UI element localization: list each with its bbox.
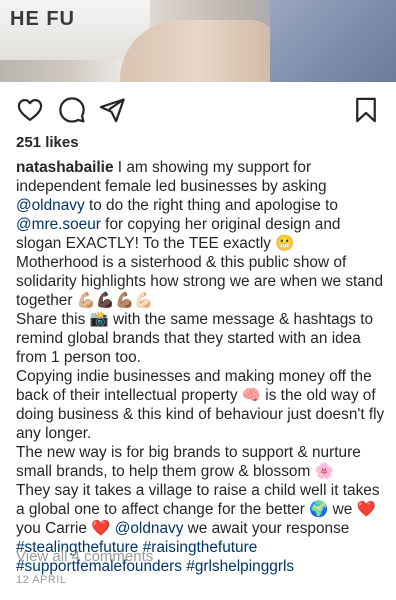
comment-icon[interactable] (58, 96, 86, 124)
caption-paragraph-3: Share this 📸 with the same message & has… (16, 311, 374, 366)
view-all-comments-link[interactable]: View all 4 comments (16, 548, 153, 565)
mention-oldnavy[interactable]: @oldnavy (16, 197, 85, 214)
mention-mre-soeur[interactable]: @mre.soeur (16, 216, 101, 233)
post-caption: natashabailie I am showing my support fo… (16, 158, 388, 576)
post-date: 12 APRIL (16, 574, 67, 586)
mention-oldnavy[interactable]: @oldnavy (115, 520, 184, 537)
share-icon[interactable] (98, 96, 126, 124)
caption-paragraph-5: The new way is for big brands to support… (16, 444, 361, 480)
jeans (270, 0, 396, 82)
caption-text: we await your response (183, 520, 350, 537)
like-count[interactable]: 251 likes (16, 134, 79, 151)
caption-paragraph-1: natashabailie I am showing my support fo… (16, 158, 388, 253)
tshirt-print: HE FU (10, 8, 75, 30)
username[interactable]: natashabailie (16, 159, 114, 176)
bookmark-icon[interactable] (352, 96, 380, 124)
caption-paragraph-2: Motherhood is a sisterhood & this public… (16, 254, 384, 309)
action-bar (0, 82, 396, 138)
caption-text: to do the right thing and apologise to (84, 197, 338, 214)
caption-paragraph-4: Copying indie businesses and making mone… (16, 368, 385, 442)
caption-paragraph-6: They say it takes a village to raise a c… (16, 481, 388, 538)
post-photo[interactable]: HE FU (0, 0, 396, 82)
heart-icon[interactable] (16, 96, 44, 124)
